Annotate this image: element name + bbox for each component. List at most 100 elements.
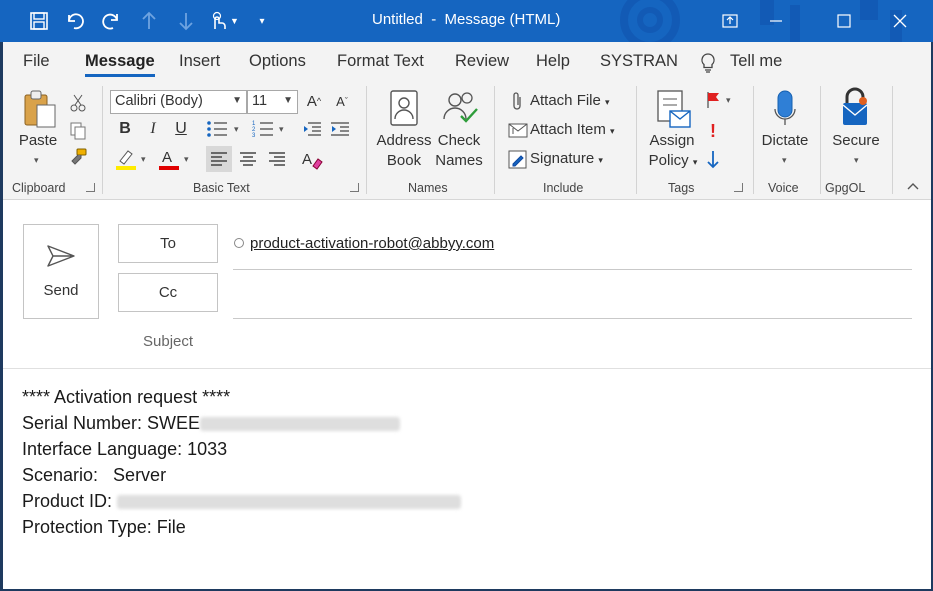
- svg-text:A: A: [302, 151, 312, 168]
- address-book-button-line2[interactable]: Book: [373, 152, 435, 169]
- names-group-label: Names: [408, 181, 448, 195]
- ribbon-display-options-icon[interactable]: [707, 0, 753, 42]
- to-recipient[interactable]: product-activation-robot@abbyy.com: [250, 235, 494, 252]
- close-icon[interactable]: [877, 0, 923, 42]
- bullets-icon[interactable]: [203, 118, 231, 140]
- tab-help[interactable]: Help: [536, 52, 570, 71]
- minimize-icon[interactable]: [753, 0, 799, 42]
- assign-policy-icon[interactable]: [652, 88, 694, 132]
- tab-format-text[interactable]: Format Text: [337, 52, 424, 71]
- numbering-dropdown-icon[interactable]: ▾: [279, 124, 284, 135]
- tab-insert[interactable]: Insert: [179, 52, 220, 71]
- cut-icon[interactable]: [67, 92, 89, 114]
- tab-file[interactable]: File: [23, 52, 50, 71]
- signature-label: Signature: [530, 150, 595, 167]
- follow-up-flag-icon[interactable]: [703, 90, 723, 110]
- underline-icon[interactable]: U: [171, 118, 191, 140]
- bullets-dropdown-icon[interactable]: ▾: [234, 124, 239, 135]
- tell-me-search[interactable]: Tell me: [730, 52, 782, 71]
- tab-options[interactable]: Options: [249, 52, 306, 71]
- highlight-icon[interactable]: [113, 146, 139, 172]
- secure-dropdown-icon[interactable]: ▾: [854, 155, 859, 166]
- increase-indent-icon[interactable]: [329, 118, 351, 140]
- collapse-ribbon-icon[interactable]: [905, 178, 921, 194]
- highlight-dropdown-icon[interactable]: ▾: [141, 154, 146, 165]
- to-button[interactable]: To: [118, 224, 218, 263]
- font-color-icon[interactable]: A: [156, 146, 182, 172]
- undo-icon[interactable]: [62, 8, 88, 34]
- body-line-serial: Serial Number: SWEE: [22, 413, 401, 434]
- message-body[interactable]: **** Activation request **** Serial Numb…: [3, 370, 931, 589]
- low-importance-icon[interactable]: [703, 148, 723, 170]
- maximize-icon[interactable]: [821, 0, 867, 42]
- paste-button[interactable]: Paste: [17, 132, 59, 149]
- dictate-dropdown-icon[interactable]: ▾: [782, 155, 787, 166]
- format-painter-icon[interactable]: [67, 146, 89, 168]
- touch-mode-icon[interactable]: ▼: [206, 8, 242, 34]
- check-names-icon[interactable]: [440, 88, 480, 128]
- align-right-icon[interactable]: [264, 146, 290, 172]
- copy-icon[interactable]: [67, 120, 89, 142]
- italic-icon[interactable]: I: [143, 118, 163, 140]
- separator: [753, 86, 754, 194]
- header-body-divider: [3, 368, 931, 369]
- cc-button[interactable]: Cc: [118, 273, 218, 312]
- send-button[interactable]: Send: [23, 224, 99, 319]
- lightbulb-icon: [698, 52, 718, 74]
- tab-review[interactable]: Review: [455, 52, 509, 71]
- clear-formatting-icon[interactable]: A: [299, 146, 325, 172]
- up-arrow-icon[interactable]: [137, 8, 161, 34]
- body-line-protection: Protection Type: File: [22, 517, 186, 537]
- ribbon-tabs: File Message Insert Options Format Text …: [3, 42, 931, 82]
- body-line-product: Product ID:: [22, 491, 462, 512]
- svg-text:A: A: [162, 149, 172, 166]
- address-book-icon[interactable]: [386, 88, 422, 128]
- down-arrow-icon[interactable]: [174, 8, 198, 34]
- separator: [494, 86, 495, 194]
- align-center-icon[interactable]: [235, 146, 261, 172]
- align-left-icon[interactable]: [206, 146, 232, 172]
- grow-font-icon[interactable]: A ^: [303, 90, 325, 112]
- assign-policy-button-line2[interactable]: Policy ▾: [643, 152, 703, 169]
- shrink-font-icon[interactable]: Aˇ: [331, 90, 353, 112]
- bold-icon[interactable]: B: [115, 118, 135, 140]
- dictate-button[interactable]: Dictate: [758, 132, 812, 149]
- assign-policy-button-line1[interactable]: Assign: [646, 132, 698, 149]
- attach-file-button[interactable]: Attach File ▾: [530, 92, 610, 109]
- high-importance-icon[interactable]: !: [703, 120, 723, 142]
- basic-text-launcher-icon[interactable]: [350, 183, 359, 192]
- check-names-button-line2[interactable]: Names: [433, 152, 485, 169]
- tags-launcher-icon[interactable]: [734, 183, 743, 192]
- decrease-indent-icon[interactable]: [301, 118, 323, 140]
- attach-file-label: Attach File: [530, 92, 601, 109]
- tab-systran[interactable]: SYSTRAN: [600, 52, 678, 71]
- cc-input[interactable]: [233, 273, 912, 313]
- ribbon: Paste ▾ Clipboard Calibri (Body) ▼ 11 ▼ …: [3, 82, 931, 200]
- microphone-icon[interactable]: [769, 88, 801, 130]
- subject-input[interactable]: [233, 322, 912, 362]
- attach-item-icon: [507, 120, 529, 142]
- attach-item-button[interactable]: Attach Item ▾: [530, 121, 615, 138]
- address-book-button-line1[interactable]: Address: [373, 132, 435, 149]
- paste-icon[interactable]: [20, 88, 60, 132]
- signature-button[interactable]: Signature ▾: [530, 150, 603, 167]
- save-icon[interactable]: [26, 8, 52, 34]
- send-icon: [47, 245, 75, 267]
- font-size-combo[interactable]: 11 ▼: [247, 90, 298, 114]
- numbering-icon[interactable]: 123: [249, 118, 277, 140]
- serial-label: Serial Number: SWEE: [22, 413, 201, 433]
- clipboard-launcher-icon[interactable]: [86, 183, 95, 192]
- customize-toolbar-icon[interactable]: ▾: [254, 8, 270, 34]
- font-name-combo[interactable]: Calibri (Body) ▼: [110, 90, 247, 114]
- redo-icon[interactable]: [99, 8, 125, 34]
- title-bar: ▼ ▾ Untitled - Message (HTML): [0, 0, 933, 42]
- paste-dropdown-icon[interactable]: ▾: [34, 155, 39, 166]
- check-names-button-line1[interactable]: Check: [433, 132, 485, 149]
- secure-button[interactable]: Secure: [829, 132, 883, 149]
- send-label: Send: [43, 282, 79, 299]
- follow-up-dropdown-icon[interactable]: ▾: [726, 95, 731, 106]
- secure-lock-icon[interactable]: [838, 86, 872, 130]
- font-color-dropdown-icon[interactable]: ▾: [184, 154, 189, 165]
- redacted-product-id: [117, 495, 462, 510]
- tab-message[interactable]: Message: [85, 52, 155, 77]
